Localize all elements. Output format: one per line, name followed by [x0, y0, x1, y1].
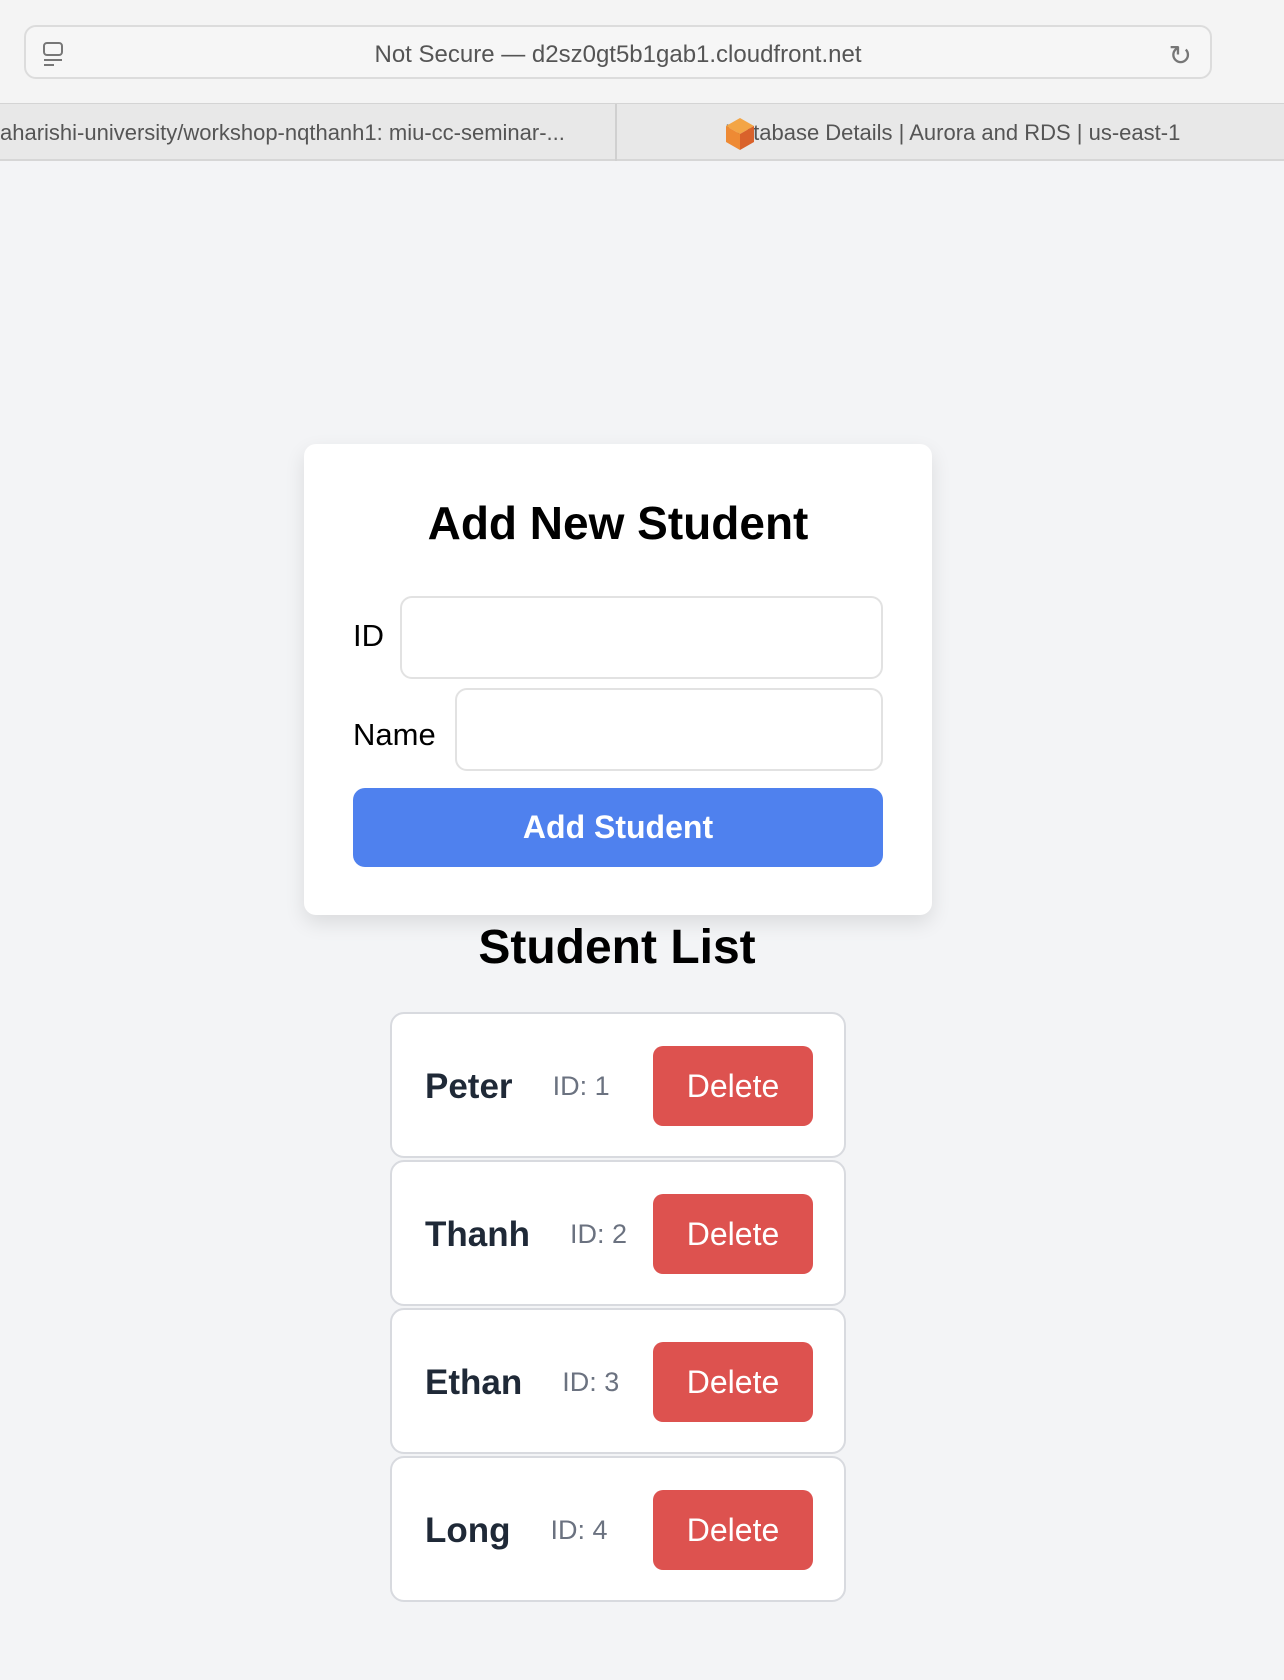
tab-github[interactable]: aharishi-university/workshop-nqthanh1: m…	[0, 104, 617, 161]
delete-button[interactable]: Delete	[653, 1342, 813, 1422]
delete-button[interactable]: Delete	[653, 1194, 813, 1274]
delete-button[interactable]: Delete	[653, 1046, 813, 1126]
add-student-button[interactable]: Add Student	[353, 788, 883, 867]
name-label: Name	[353, 717, 436, 752]
browser-toolbar: Not Secure — d2sz0gt5b1gab1.cloudfront.n…	[0, 0, 1284, 104]
student-name: Thanh	[425, 1215, 530, 1254]
tab-rds[interactable]: Database Details | Aurora and RDS | us-e…	[619, 104, 1284, 161]
student-id: ID: 1	[552, 1071, 610, 1101]
form-title: Add New Student	[427, 497, 809, 549]
address-bar[interactable]: Not Secure — d2sz0gt5b1gab1.cloudfront.n…	[24, 25, 1212, 79]
tab-bar: aharishi-university/workshop-nqthanh1: m…	[0, 104, 1284, 161]
id-input[interactable]	[400, 596, 883, 679]
student-item: Long ID: 4 Delete	[390, 1456, 846, 1602]
student-id: ID: 4	[550, 1515, 608, 1545]
student-name: Ethan	[425, 1363, 523, 1402]
student-item: Peter ID: 1 Delete	[390, 1012, 846, 1158]
url-text: Not Secure — d2sz0gt5b1gab1.cloudfront.n…	[374, 41, 862, 68]
id-label: ID	[353, 618, 384, 653]
student-name: Long	[425, 1511, 511, 1550]
student-name: Peter	[425, 1067, 513, 1106]
student-list-title: Student List	[478, 921, 756, 974]
delete-button[interactable]: Delete	[653, 1490, 813, 1570]
name-input[interactable]	[455, 688, 883, 771]
aws-rds-icon	[726, 118, 754, 150]
student-id: ID: 3	[562, 1367, 620, 1397]
student-id: ID: 2	[569, 1219, 628, 1249]
reload-icon[interactable]: ↻	[1169, 39, 1192, 72]
student-item: Thanh ID: 2 Delete	[390, 1160, 846, 1306]
student-item: Ethan ID: 3 Delete	[390, 1308, 846, 1454]
